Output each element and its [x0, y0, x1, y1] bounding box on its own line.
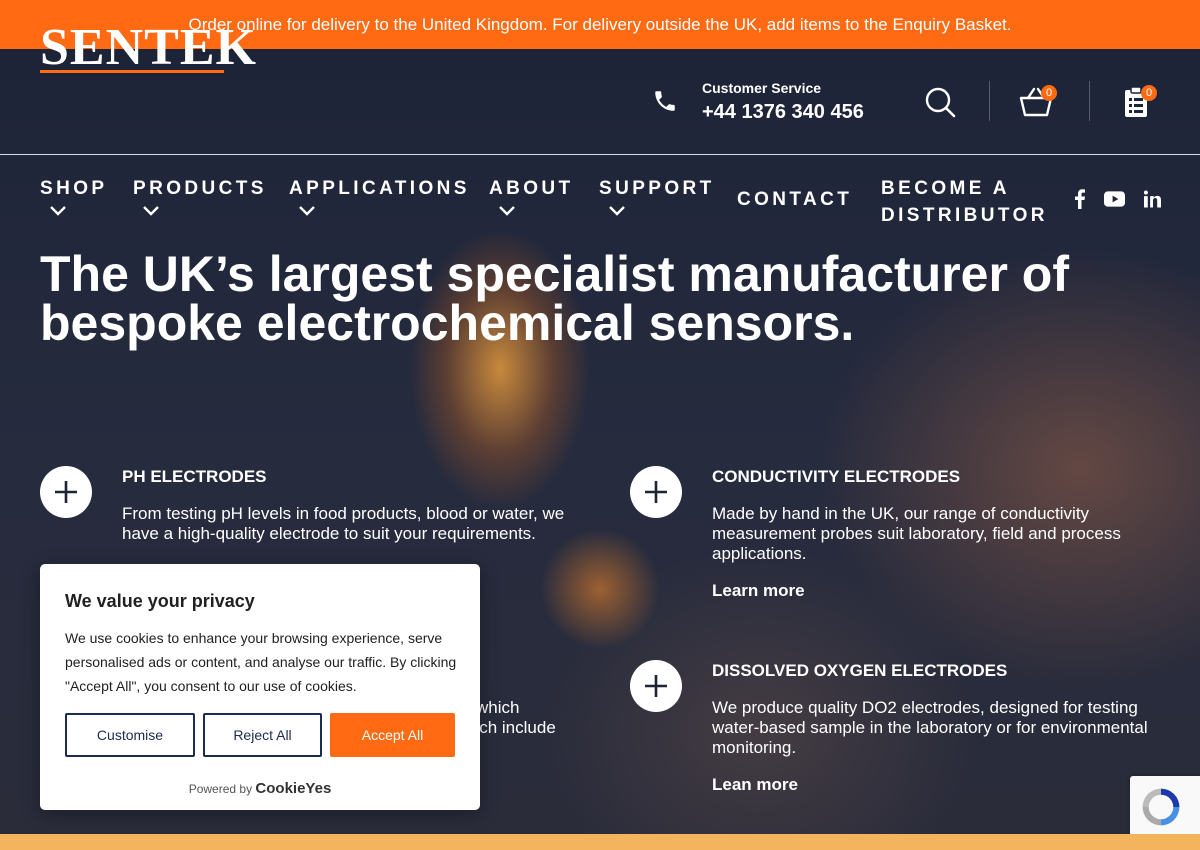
nav-item-label: APPLICATIONS: [289, 178, 470, 199]
nav-item-products[interactable]: PRODUCTS: [133, 175, 267, 217]
obscured-feature-text: which: [476, 698, 520, 717]
logo[interactable]: SENTEK: [40, 22, 265, 84]
feature-description: From testing pH levels in food products,…: [122, 504, 565, 543]
feature-description: Made by hand in the UK, our range of con…: [712, 504, 1121, 563]
accept-all-button[interactable]: Accept All: [330, 713, 455, 757]
plus-icon: [55, 481, 77, 503]
nav-item-become-a-distributor[interactable]: BECOME A DISTRIBUTOR: [881, 175, 1051, 229]
enquiry-count-badge: 0: [1141, 85, 1157, 101]
feature-description: We produce quality DO2 electrodes, desig…: [712, 698, 1148, 757]
header-divider: [989, 81, 990, 121]
expand-conductivity-electrodes-button[interactable]: [630, 466, 682, 518]
phone-icon: [655, 91, 675, 111]
powered-by-label: Powered by: [188, 782, 253, 796]
expand-ph-electrodes-button[interactable]: [40, 466, 92, 518]
logo-underline: [40, 70, 224, 73]
customer-service-phone[interactable]: +44 1376 340 456: [702, 101, 864, 124]
nav-item-label: ABOUT: [489, 178, 574, 199]
delivery-banner-text: Order online for delivery to the United …: [188, 14, 1012, 34]
powered-by: Powered by CookieYes: [40, 780, 480, 797]
nav-item-applications[interactable]: APPLICATIONS: [289, 175, 470, 217]
nav-item-label: PRODUCTS: [133, 178, 267, 199]
cookie-consent-dialog: We value your privacy We use cookies to …: [40, 564, 480, 810]
nav-item-label: CONTACT: [737, 189, 853, 210]
customer-service-label: Customer Service: [702, 80, 822, 96]
nav-item-about[interactable]: ABOUT: [489, 175, 574, 217]
learn-more-link[interactable]: Learn more: [712, 581, 805, 601]
customise-button[interactable]: Customise: [65, 713, 195, 757]
hero-headline: The UK’s largest specialist manufacturer…: [40, 246, 1070, 351]
feature-title: DISSOLVED OXYGEN ELECTRODES: [712, 661, 1008, 680]
plus-icon: [645, 675, 667, 697]
nav-item-label: SUPPORT: [599, 178, 715, 199]
header-divider: [1089, 81, 1090, 121]
nav-item-shop[interactable]: SHOP: [40, 175, 107, 217]
reject-all-button[interactable]: Reject All: [203, 713, 322, 757]
learn-more-link[interactable]: Lean more: [712, 775, 798, 795]
search-icon[interactable]: [924, 86, 956, 118]
cookie-title: We value your privacy: [65, 591, 255, 611]
feature-title: CONDUCTIVITY ELECTRODES: [712, 467, 961, 486]
nav-item-label: BECOME A DISTRIBUTOR: [881, 178, 1048, 226]
nav-item-contact[interactable]: CONTACT: [737, 186, 852, 213]
chevron-down-icon: [609, 206, 625, 216]
chevron-down-icon: [499, 206, 515, 216]
chevron-down-icon: [299, 206, 315, 216]
chevron-down-icon: [143, 206, 159, 216]
cart-count-badge: 0: [1041, 85, 1057, 101]
logo-text: SENTEK: [40, 19, 257, 76]
linkedin-icon[interactable]: [1144, 189, 1161, 209]
youtube-icon[interactable]: [1104, 189, 1125, 209]
nav-item-label: SHOP: [40, 178, 108, 199]
nav-item-support[interactable]: SUPPORT: [599, 175, 715, 217]
expand-dissolved-oxygen-electrodes-button[interactable]: [630, 660, 682, 712]
recaptcha-icon: [1142, 788, 1180, 826]
chevron-down-icon: [50, 206, 66, 216]
cookieyes-logo[interactable]: CookieYes: [255, 780, 331, 797]
feature-title: PH ELECTRODES: [122, 467, 267, 486]
bottom-section-edge: [0, 834, 1200, 850]
plus-icon: [645, 481, 667, 503]
recaptcha-badge[interactable]: [1130, 776, 1200, 836]
cookie-body: We use cookies to enhance your browsing …: [65, 630, 457, 694]
main-nav: SHOP PRODUCTS APPLICATIONS ABOUT SUPPORT…: [0, 155, 1200, 235]
facebook-icon[interactable]: [1073, 189, 1087, 209]
